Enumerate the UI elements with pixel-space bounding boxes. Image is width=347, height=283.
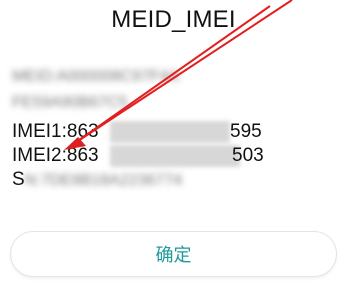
sn-line: SN:7DE8B18A2236774 (12, 168, 337, 193)
imei1-redaction (110, 121, 230, 143)
meid-imei-dialog: MEID_IMEI MEID:A000008C97F4A FE59A90B67C… (0, 0, 347, 283)
meid-line-2: FE59A90B67C5 (12, 94, 337, 116)
device-id-list: MEID:A000008C97F4A FE59A90B67C5 IMEI1:86… (12, 68, 337, 193)
imei1-prefix: IMEI1:863 (12, 121, 99, 142)
imei1-line: IMEI1:863 595 (12, 120, 337, 144)
imei2-suffix: 503 (232, 145, 264, 166)
dialog-title: MEID_IMEI (111, 6, 236, 33)
meid-blurred-text-2: FE59A90B67C5 (12, 94, 128, 111)
confirm-button[interactable]: 确定 (11, 232, 336, 276)
imei2-redaction (110, 145, 240, 167)
sn-prefix: S (12, 169, 25, 190)
meid-blurred-text-1: MEID:A000008C97F4A (12, 68, 180, 85)
imei2-line: IMEI2:863 503 (12, 144, 337, 168)
meid-line-1: MEID:A000008C97F4A (12, 68, 337, 90)
imei1-suffix: 595 (230, 121, 262, 142)
sn-blurred-text: N:7DE8B18A2236774 (24, 172, 183, 189)
imei2-prefix: IMEI2:863 (12, 145, 99, 166)
